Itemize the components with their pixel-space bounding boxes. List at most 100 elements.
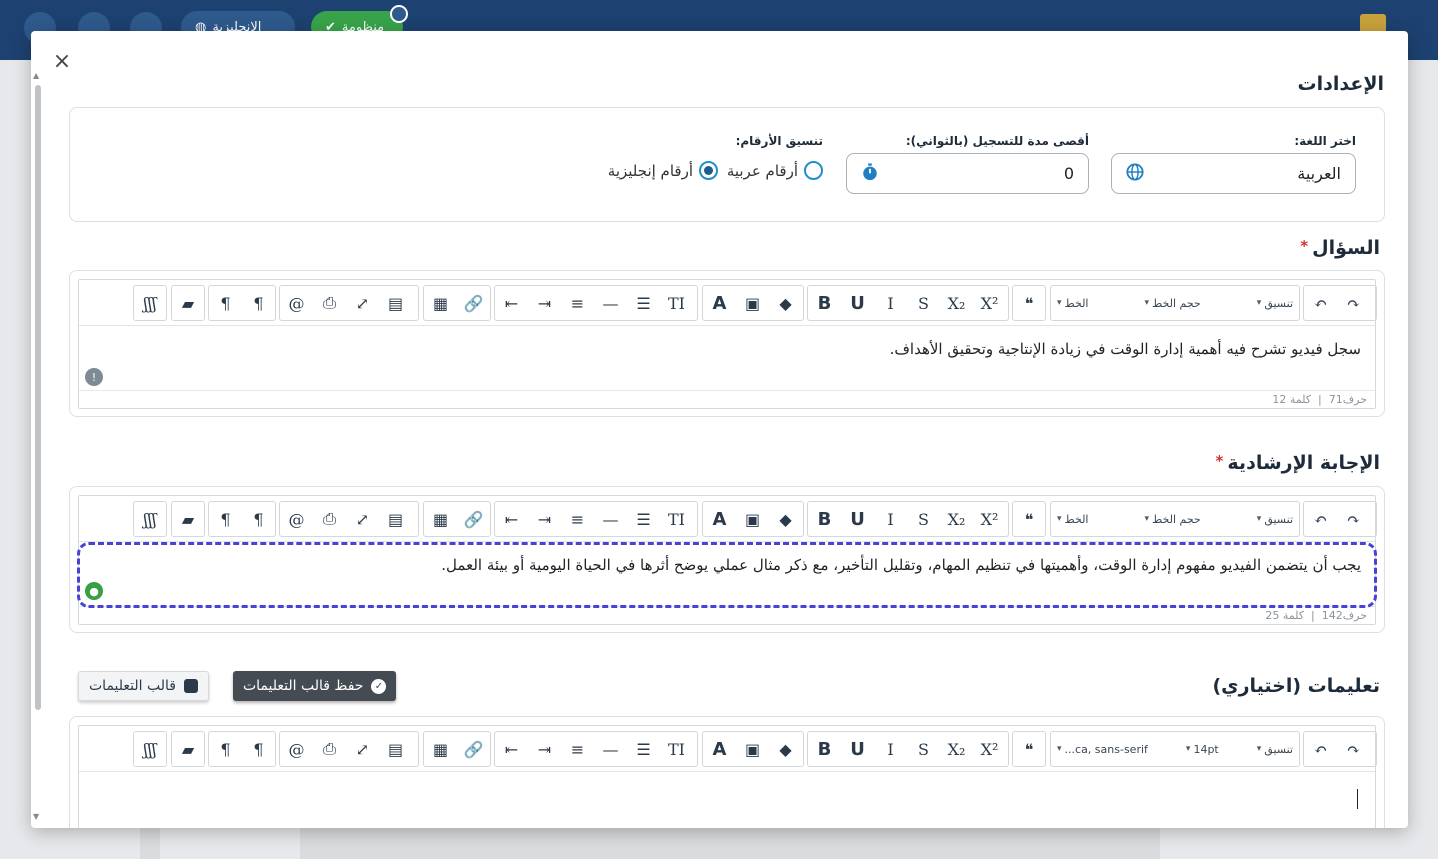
folder-icon[interactable]: ▰: [172, 732, 204, 766]
font-size-select[interactable]: ▾ حجم الخط: [1139, 502, 1207, 536]
print-icon[interactable]: ⎙: [313, 286, 346, 320]
eraser-icon[interactable]: ◆: [769, 286, 802, 320]
bold-icon[interactable]: B: [808, 502, 841, 536]
folder-icon[interactable]: ▰: [172, 502, 204, 536]
eraser-icon[interactable]: ◆: [769, 502, 802, 536]
folder-icon[interactable]: ▰: [172, 286, 204, 320]
eraser-icon[interactable]: ◆: [769, 732, 802, 766]
blockquote-icon[interactable]: ❝: [1013, 502, 1045, 536]
redo-icon[interactable]: ↷: [1337, 732, 1370, 766]
print-icon[interactable]: ⎙: [313, 502, 346, 536]
undo-icon[interactable]: ↶: [1304, 286, 1337, 320]
undo-icon[interactable]: ↶: [1304, 502, 1337, 536]
paragraph-ltr-icon[interactable]: ¶: [209, 286, 242, 320]
radio-arabic-numbers[interactable]: أرقام عربية: [727, 161, 823, 180]
text-color-icon[interactable]: A: [703, 286, 736, 320]
underline-icon[interactable]: U: [841, 732, 874, 766]
text-direction-icon[interactable]: ʃʃʃ: [134, 732, 166, 766]
paragraph-rtl-icon[interactable]: ¶: [242, 502, 275, 536]
fullscreen-icon[interactable]: ⤢: [346, 732, 379, 766]
link-icon[interactable]: 🔗: [457, 732, 490, 766]
link-icon[interactable]: 🔗: [457, 286, 490, 320]
text-size-icon[interactable]: TI: [660, 732, 693, 766]
italic-icon[interactable]: I: [874, 732, 907, 766]
subscript-icon[interactable]: X₂: [940, 732, 973, 766]
language-select[interactable]: العربية: [1111, 153, 1356, 194]
warning-icon[interactable]: !: [85, 368, 103, 386]
underline-icon[interactable]: U: [841, 286, 874, 320]
indent-icon[interactable]: ⇥: [528, 502, 561, 536]
strikethrough-icon[interactable]: S: [907, 732, 940, 766]
scroll-down-icon[interactable]: ▼: [33, 812, 39, 821]
save-template-button[interactable]: ✓ حفظ قالب التعليمات: [233, 671, 397, 701]
text-direction-icon[interactable]: ʃʃʃ: [134, 502, 166, 536]
blockquote-icon[interactable]: ❝: [1013, 286, 1045, 320]
undo-icon[interactable]: ↶: [1304, 732, 1337, 766]
strikethrough-icon[interactable]: S: [907, 502, 940, 536]
mention-icon[interactable]: @: [280, 732, 313, 766]
outdent-icon[interactable]: ⇤: [495, 502, 528, 536]
radio-arabic-icon[interactable]: [804, 161, 823, 180]
link-icon[interactable]: 🔗: [457, 502, 490, 536]
scroll-up-icon[interactable]: ▲: [33, 71, 39, 80]
text-color-icon[interactable]: A: [703, 732, 736, 766]
text-color-icon[interactable]: A: [703, 502, 736, 536]
background-color-icon[interactable]: ▣: [736, 502, 769, 536]
italic-icon[interactable]: I: [874, 286, 907, 320]
instructions-editor[interactable]: ʃʃʃ ▰ ¶ ¶ @ ⎙ ⤢ ▤ ▦ 🔗 ⇤ ⇥ ≡ — ☰ TI A ▣ ◆ B U I S X₂ X² ❝ ▾ ...ca, s…: [78, 725, 1377, 828]
text-direction-icon[interactable]: ʃʃʃ: [134, 286, 166, 320]
paragraph-rtl-icon[interactable]: ¶: [242, 286, 275, 320]
max-duration-input[interactable]: 0: [846, 153, 1089, 194]
fullscreen-icon[interactable]: ⤢: [346, 286, 379, 320]
subscript-icon[interactable]: X₂: [940, 286, 973, 320]
ordered-list-icon[interactable]: ☰: [627, 502, 660, 536]
text-size-icon[interactable]: TI: [660, 502, 693, 536]
bold-icon[interactable]: B: [808, 732, 841, 766]
ordered-list-icon[interactable]: ☰: [627, 732, 660, 766]
print-icon[interactable]: ⎙: [313, 732, 346, 766]
table-icon[interactable]: ▦: [424, 502, 457, 536]
load-template-button[interactable]: قالب التعليمات: [78, 671, 209, 701]
question-text[interactable]: سجل فيديو تشرح فيه أهمية إدارة الوقت في …: [79, 326, 1375, 390]
align-icon[interactable]: ≡: [561, 286, 594, 320]
format-select[interactable]: ▾ تنسيق: [1251, 286, 1299, 320]
font-size-select[interactable]: ▾ حجم الخط: [1139, 286, 1207, 320]
font-select[interactable]: ▾ الخط: [1051, 286, 1094, 320]
page-break-icon[interactable]: ▤: [379, 502, 412, 536]
redo-icon[interactable]: ↷: [1337, 502, 1370, 536]
text-size-icon[interactable]: TI: [660, 286, 693, 320]
mention-icon[interactable]: @: [280, 286, 313, 320]
scrollbar[interactable]: ▲ ▼: [33, 71, 43, 821]
font-size-select[interactable]: ▾ 14pt: [1180, 732, 1225, 766]
italic-icon[interactable]: I: [874, 502, 907, 536]
font-select[interactable]: ▾ ...ca, sans-serif: [1051, 732, 1154, 766]
align-icon[interactable]: ≡: [561, 502, 594, 536]
superscript-icon[interactable]: X²: [973, 286, 1006, 320]
fullscreen-icon[interactable]: ⤢: [346, 502, 379, 536]
radio-english-numbers[interactable]: أرقام إنجليزية: [608, 161, 718, 180]
robot-icon[interactable]: ●: [85, 582, 103, 600]
ordered-list-icon[interactable]: ☰: [627, 286, 660, 320]
close-icon[interactable]: ×: [51, 51, 73, 73]
superscript-icon[interactable]: X²: [973, 502, 1006, 536]
outdent-icon[interactable]: ⇤: [495, 286, 528, 320]
horizontal-line-icon[interactable]: —: [594, 286, 627, 320]
indent-icon[interactable]: ⇥: [528, 732, 561, 766]
guide-answer-editor[interactable]: ʃʃʃ ▰ ¶ ¶ @ ⎙ ⤢ ▤ ▦ 🔗 ⇤ ⇥ ≡ — ☰ TI A ▣ ◆ B U I S X₂ X² ❝ ▾ الخط ▾ حجم…: [77, 495, 1377, 625]
align-icon[interactable]: ≡: [561, 732, 594, 766]
subscript-icon[interactable]: X₂: [940, 502, 973, 536]
redo-icon[interactable]: ↷: [1337, 286, 1370, 320]
indent-icon[interactable]: ⇥: [528, 286, 561, 320]
horizontal-line-icon[interactable]: —: [594, 502, 627, 536]
horizontal-line-icon[interactable]: —: [594, 732, 627, 766]
page-break-icon[interactable]: ▤: [379, 732, 412, 766]
underline-icon[interactable]: U: [841, 502, 874, 536]
format-select[interactable]: ▾ تنسيق: [1251, 732, 1299, 766]
instructions-text[interactable]: [79, 772, 1375, 828]
page-break-icon[interactable]: ▤: [379, 286, 412, 320]
superscript-icon[interactable]: X²: [973, 732, 1006, 766]
font-select[interactable]: ▾ الخط: [1051, 502, 1094, 536]
paragraph-ltr-icon[interactable]: ¶: [209, 732, 242, 766]
bold-icon[interactable]: B: [808, 286, 841, 320]
format-select[interactable]: ▾ تنسيق: [1251, 502, 1299, 536]
